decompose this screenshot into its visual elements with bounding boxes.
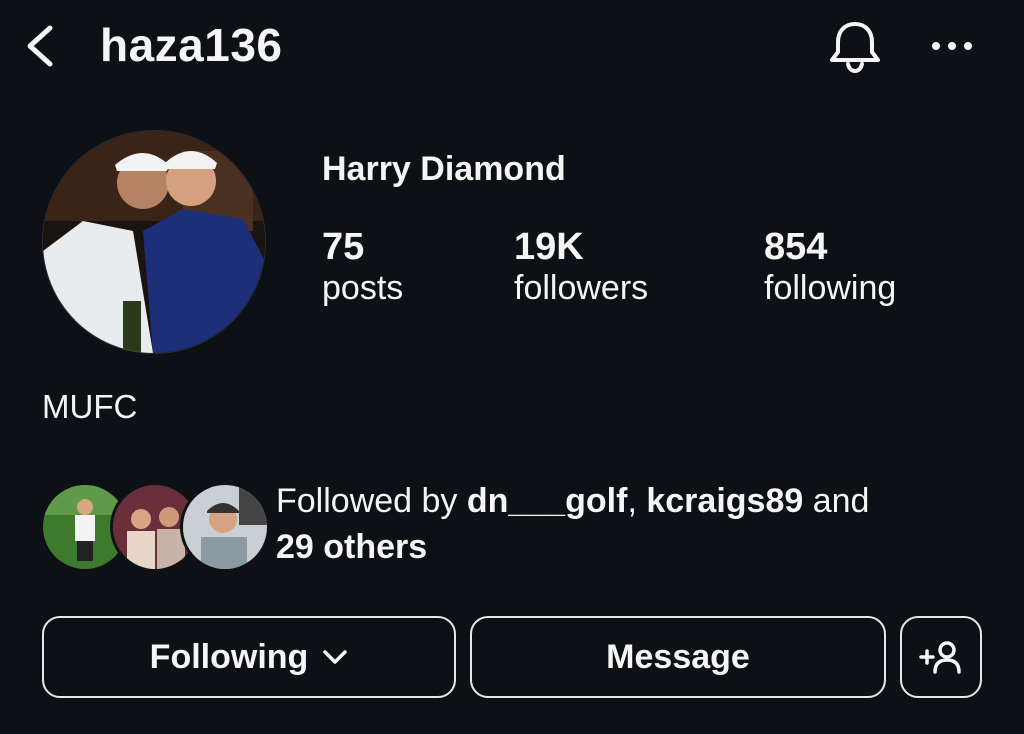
mutual-others-count[interactable]: 29 others <box>276 528 427 566</box>
stat-following-count: 854 <box>764 226 828 268</box>
profile-bio: MUFC <box>42 388 138 425</box>
message-button-label: Message <box>606 637 750 676</box>
followed-by-and: and <box>803 482 870 520</box>
stat-following[interactable]: 854 following <box>764 226 896 308</box>
message-button[interactable]: Message <box>470 616 886 698</box>
more-options-button[interactable] <box>928 28 976 64</box>
more-horizontal-icon <box>932 42 972 50</box>
stat-following-label: following <box>764 269 897 307</box>
add-user-icon <box>919 641 961 674</box>
profile-avatar[interactable] <box>42 130 266 354</box>
mutual-avatar <box>180 482 270 572</box>
profile-full-name: Harry Diamond <box>322 150 566 188</box>
following-button-label: Following <box>149 637 309 676</box>
back-button[interactable] <box>22 22 62 70</box>
mutual-followers-avatars[interactable] <box>40 482 270 572</box>
chevron-down-icon <box>323 650 348 664</box>
followed-by-prefix: Followed by <box>276 482 467 520</box>
profile-photo <box>43 131 265 353</box>
top-bar: haza136 <box>0 0 1024 92</box>
stat-followers-count: 19K <box>514 226 584 268</box>
notifications-button[interactable] <box>826 18 884 76</box>
followed-by-text[interactable]: Followed by dn___golf, kcraigs89 and 29 o… <box>276 478 976 570</box>
mutual-user-2[interactable]: kcraigs89 <box>646 482 803 520</box>
chevron-left-icon <box>27 25 53 67</box>
suggest-users-button[interactable] <box>900 616 982 698</box>
bell-icon <box>830 22 880 74</box>
following-button[interactable]: Following <box>42 616 456 698</box>
stat-posts-label: posts <box>322 269 404 307</box>
followed-by-separator: , <box>627 482 647 520</box>
stat-posts-count: 75 <box>322 226 365 268</box>
mutual-user-1[interactable]: dn___golf <box>467 482 628 520</box>
stat-followers[interactable]: 19K followers <box>514 226 648 308</box>
stat-posts[interactable]: 75 posts <box>322 226 403 308</box>
stat-followers-label: followers <box>514 269 649 307</box>
profile-username: haza136 <box>100 19 283 71</box>
